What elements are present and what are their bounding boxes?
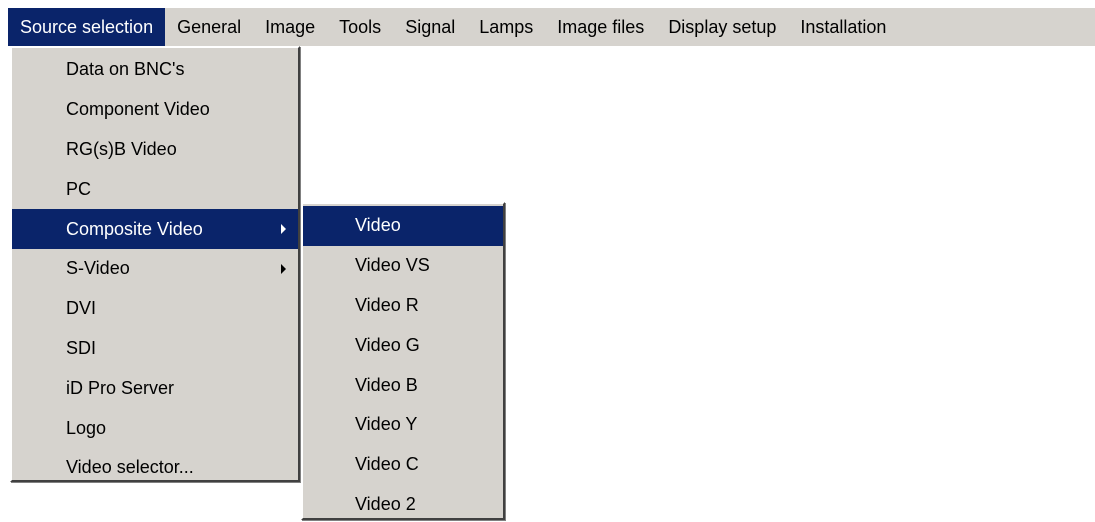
menu-item-pc[interactable]: PC [12,169,298,209]
menubar-item-display-setup[interactable]: Display setup [656,8,788,46]
composite-video-submenu: Video Video VS Video R Video G Video B V… [301,202,505,520]
menu-item-label: Video C [355,454,419,475]
menu-bar: Source selection General Image Tools Sig… [8,8,1095,46]
menubar-item-signal[interactable]: Signal [393,8,467,46]
menu-item-label: Video [355,215,401,236]
menu-item-logo[interactable]: Logo [12,408,298,448]
submenu-item-video-y[interactable]: Video Y [303,405,503,445]
menubar-item-tools[interactable]: Tools [327,8,393,46]
menu-item-video-selector[interactable]: Video selector... [12,448,298,488]
source-selection-menu: Data on BNC's Component Video RG(s)B Vid… [10,46,300,482]
menu-item-dvi[interactable]: DVI [12,289,298,329]
menu-item-label: Video 2 [355,493,416,514]
menu-item-label: PC [66,178,92,199]
menu-item-rgsb-video[interactable]: RG(s)B Video [12,130,298,170]
menu-item-label: Data on BNC's [66,59,185,80]
menu-item-sdi[interactable]: SDI [12,329,298,369]
menu-item-label: RG(s)B Video [66,138,177,159]
menu-item-label: Logo [66,417,107,438]
menubar-item-source-selection[interactable]: Source selection [8,8,166,46]
menu-item-label: Video B [355,374,418,395]
menu-item-label: Component Video [66,99,210,120]
menu-item-label: Video R [355,294,419,315]
submenu-arrow-icon [281,224,286,235]
menu-item-composite-video[interactable]: Composite Video [12,209,298,249]
menu-item-label: DVI [66,298,97,319]
menu-item-label: Video selector... [66,457,194,478]
menubar-item-lamps[interactable]: Lamps [467,8,545,46]
menubar-item-image[interactable]: Image [253,8,327,46]
submenu-item-video-c[interactable]: Video C [303,445,503,485]
submenu-item-video-g[interactable]: Video G [303,325,503,365]
menu-item-id-pro-server[interactable]: iD Pro Server [12,368,298,408]
menu-item-label: S-Video [66,258,130,279]
menu-item-label: Video VS [355,255,430,276]
menubar-item-image-files[interactable]: Image files [545,8,656,46]
menu-item-component-video[interactable]: Component Video [12,90,298,130]
submenu-item-video-vs[interactable]: Video VS [303,246,503,286]
menu-item-label: iD Pro Server [66,377,175,398]
screen: Source selection General Image Tools Sig… [0,0,1095,522]
menubar-item-installation[interactable]: Installation [788,8,898,46]
submenu-item-video-2[interactable]: Video 2 [303,485,503,522]
menu-item-label: Video Y [355,414,418,435]
menu-item-data-on-bncs[interactable]: Data on BNC's [12,50,298,90]
submenu-item-video-r[interactable]: Video R [303,286,503,326]
submenu-item-video-b[interactable]: Video B [303,365,503,405]
menu-item-s-video[interactable]: S-Video [12,249,298,289]
menu-item-label: Composite Video [66,218,203,239]
submenu-arrow-icon [281,263,286,274]
submenu-item-video[interactable]: Video [303,206,503,246]
menu-item-label: Video G [355,334,420,355]
menu-item-label: SDI [66,337,97,358]
menubar-item-general[interactable]: General [165,8,253,46]
